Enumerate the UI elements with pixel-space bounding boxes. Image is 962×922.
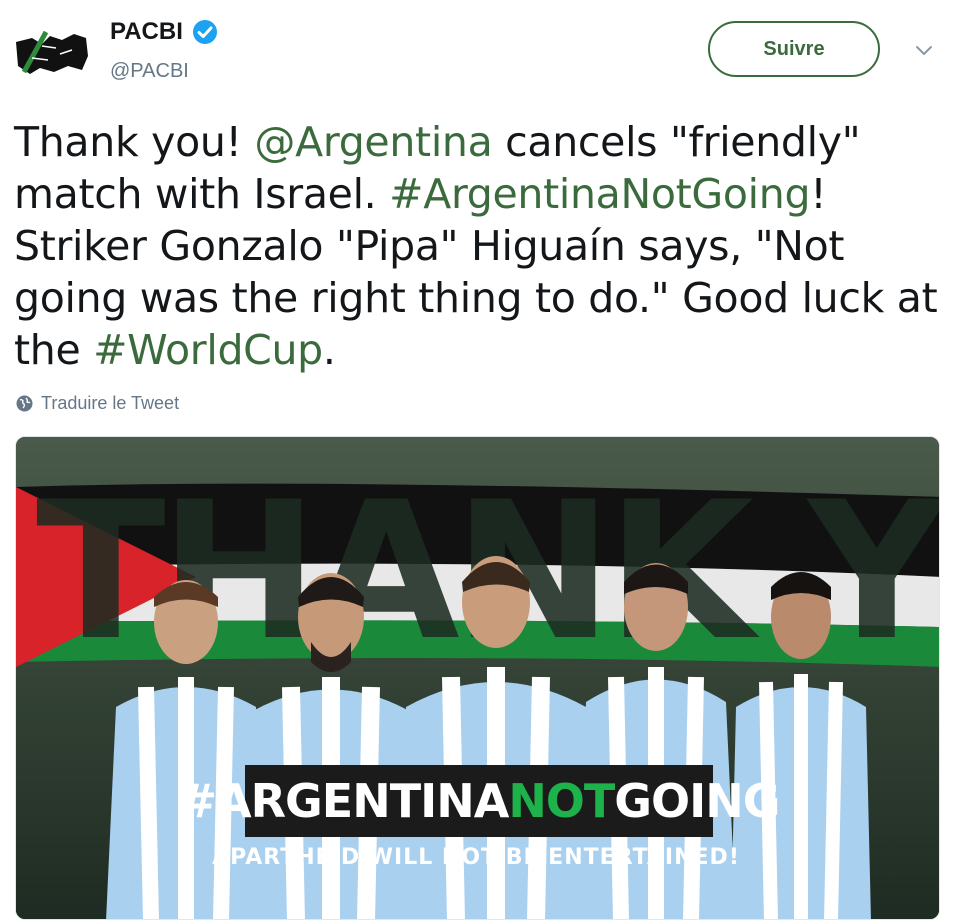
tweet-text: Thank you! @Argentina cancels "friendly"…	[14, 116, 949, 376]
globe-icon	[16, 395, 33, 412]
tweet-text-segment: the	[14, 326, 94, 374]
account-handle[interactable]: @PACBI	[110, 60, 189, 83]
tweet-line: match with Israel. #ArgentinaNotGoing!	[14, 168, 949, 220]
banner-subline: APARTHEID WILL NOT BE ENTERTAINED!	[212, 845, 740, 870]
translate-label[interactable]: Traduire le Tweet	[41, 393, 179, 414]
verified-badge-icon	[191, 18, 219, 46]
tweet-line: the #WorldCup.	[14, 324, 949, 376]
tweet-text-segment: Thank you!	[14, 118, 255, 166]
mention-link[interactable]: @Argentina	[254, 118, 492, 166]
tweet-line: Thank you! @Argentina cancels "friendly"	[14, 116, 949, 168]
tweet-text-segment: going was the right thing to do." Good l…	[14, 274, 938, 322]
tweet-text-segment: cancels "friendly"	[492, 118, 861, 166]
tweet-line: Striker Gonzalo "Pipa" Higuaín says, "No…	[14, 220, 949, 272]
avatar[interactable]	[12, 26, 92, 80]
tweet-text-segment: Striker Gonzalo "Pipa" Higuaín says, "No…	[14, 222, 845, 270]
tweet-text-segment: match with Israel.	[14, 170, 390, 218]
tweet-line: going was the right thing to do." Good l…	[14, 272, 949, 324]
follow-button[interactable]: Suivre	[708, 21, 880, 77]
chevron-down-icon[interactable]	[912, 38, 936, 62]
banner-part-2: NOT	[508, 774, 615, 828]
tweet-image[interactable]: THANK YOU!	[15, 436, 940, 920]
hashtag-link[interactable]: #ArgentinaNotGoing	[389, 170, 810, 218]
hashtag-link[interactable]: #WorldCup	[93, 326, 323, 374]
banner-part-1: #ARGENTINA	[178, 774, 509, 828]
tweet-text-segment: .	[322, 326, 336, 374]
account-name[interactable]: PACBI	[110, 18, 183, 46]
display-name[interactable]: PACBI	[110, 18, 219, 46]
hashtag-banner: #ARGENTINA NOT GOING	[178, 765, 781, 837]
translate-tweet-link[interactable]: Traduire le Tweet	[16, 393, 179, 414]
banner-part-3: GOING	[614, 774, 780, 828]
tweet-text-segment: !	[810, 170, 827, 218]
